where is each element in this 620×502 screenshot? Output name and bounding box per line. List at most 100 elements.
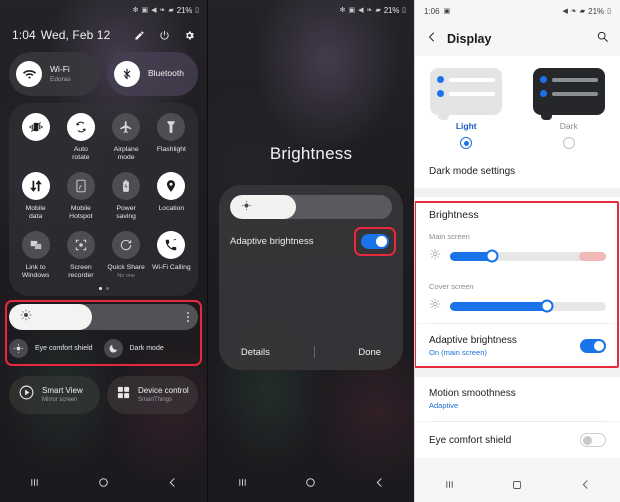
bluetooth-icon xyxy=(114,61,140,87)
quick-panel-header: 1:04 Wed, Feb 12 xyxy=(0,20,207,52)
details-button[interactable]: Details xyxy=(241,347,270,358)
brightness-slider[interactable] xyxy=(9,303,198,330)
status-bar: 1:06 ▣ ◀ ❧ ▰ 21% ▯ xyxy=(415,0,620,22)
dark-mode-button[interactable]: Dark mode xyxy=(103,338,199,358)
light-theme-label: Light xyxy=(455,121,477,131)
tile-auto-rotate[interactable]: Auto rotate xyxy=(58,113,103,163)
dark-theme-label: Dark xyxy=(559,121,578,131)
device-control-tile[interactable]: Device control SmartThings xyxy=(107,375,198,414)
adaptive-brightness-toggle[interactable] xyxy=(580,339,606,353)
brightness-slider-fill xyxy=(230,195,297,219)
back-icon[interactable] xyxy=(373,476,386,494)
page-dot[interactable] xyxy=(105,286,109,290)
slider-fill xyxy=(450,301,547,311)
tile-airplane-mode[interactable]: Airplane mode xyxy=(104,113,149,163)
brightness-slider[interactable] xyxy=(230,195,392,219)
cover-screen-brightness-slider[interactable] xyxy=(450,299,606,313)
main-screen-brightness-slider[interactable] xyxy=(450,249,606,263)
app-bar: Display xyxy=(415,22,620,56)
screenshot-root: ✻ ▣ ◀ ❧ ▰ 21% ▯ 1:04 Wed, Feb 12 Wi-Fi E… xyxy=(0,0,620,502)
eye-comfort-shield-row[interactable]: Eye comfort shield xyxy=(415,422,620,458)
mobile-data-icon xyxy=(21,171,50,200)
home-icon[interactable] xyxy=(97,476,110,494)
eye-comfort-icon xyxy=(9,338,28,358)
tile-flashlight[interactable]: Flashlight xyxy=(149,113,194,163)
recents-icon[interactable] xyxy=(28,476,41,494)
wifi-tile-title: Wi-Fi xyxy=(50,65,70,75)
brightness-low-icon xyxy=(429,297,441,315)
slider-knob[interactable] xyxy=(485,249,499,263)
battery-icon: ▯ xyxy=(402,6,406,14)
adaptive-brightness-toggle[interactable] xyxy=(361,234,389,249)
tile-label: Flashlight xyxy=(156,146,186,153)
tile-vibrate[interactable] xyxy=(13,113,58,163)
airplane-icon xyxy=(112,113,141,141)
adaptive-brightness-row[interactable]: Adaptive brightness xyxy=(230,227,396,256)
bluetooth-tile-text: Bluetooth xyxy=(148,69,184,78)
media-device-tiles: Smart View Mirror screen Device control … xyxy=(0,375,207,414)
back-arrow-icon[interactable] xyxy=(426,30,438,48)
tile-link-to-windows[interactable]: Link to Windows xyxy=(13,230,58,281)
recents-icon[interactable] xyxy=(236,476,249,494)
nfc-icon: ❧ xyxy=(159,6,166,14)
adaptive-brightness-row[interactable]: Adaptive brightness On (main screen) xyxy=(415,324,620,368)
page-dot-active[interactable] xyxy=(98,286,102,290)
home-icon[interactable] xyxy=(511,478,523,496)
tile-quick-share[interactable]: Quick Share No one xyxy=(104,230,149,281)
dark-mode-label: Dark mode xyxy=(129,344,164,352)
tile-label: Screen recorder xyxy=(68,263,94,280)
done-button[interactable]: Done xyxy=(358,347,381,358)
motion-smoothness-item[interactable]: Motion smoothness Adaptive xyxy=(415,377,620,421)
dark-mode-settings-item[interactable]: Dark mode settings xyxy=(415,155,620,188)
device-control-text: Device control SmartThings xyxy=(138,386,189,403)
tile-screen-recorder[interactable]: Screen recorder xyxy=(58,230,103,281)
more-options-icon[interactable] xyxy=(187,311,189,322)
eye-comfort-label: Eye comfort shield xyxy=(35,344,93,352)
dark-theme-radio[interactable] xyxy=(562,137,575,149)
wifi-tile-subtitle: Edoras xyxy=(50,75,71,83)
recents-icon[interactable] xyxy=(443,478,456,496)
adaptive-brightness-label: Adaptive brightness xyxy=(230,236,314,247)
tile-label: Location xyxy=(158,204,185,212)
clock-date[interactable]: Wed, Feb 12 xyxy=(41,28,111,42)
theme-option-dark[interactable]: Dark xyxy=(518,68,620,149)
bluetooth-tile[interactable]: Bluetooth xyxy=(107,52,198,96)
dialog-footer: Details Done xyxy=(219,346,403,358)
tile-wifi-calling[interactable]: Wi-Fi Calling xyxy=(149,230,194,281)
smart-view-tile[interactable]: Smart View Mirror screen xyxy=(9,375,100,414)
light-theme-radio[interactable] xyxy=(460,137,473,149)
tile-mobile-data[interactable]: Mobile data xyxy=(13,171,58,222)
wifi-icon xyxy=(16,61,42,87)
clock-time[interactable]: 1:04 xyxy=(12,28,36,42)
flashlight-icon xyxy=(157,113,186,141)
eye-comfort-toggle[interactable] xyxy=(580,433,606,447)
search-icon[interactable] xyxy=(596,30,609,48)
navigation-bar xyxy=(208,468,414,502)
display-settings-panel: 1:06 ▣ ◀ ❧ ▰ 21% ▯ Display Light Dark Da… xyxy=(414,0,620,502)
section-gap xyxy=(415,188,620,197)
page-title: Display xyxy=(447,32,492,46)
power-icon[interactable] xyxy=(159,30,170,41)
cover-screen-slider-row xyxy=(415,295,620,323)
back-icon[interactable] xyxy=(579,478,592,496)
back-icon[interactable] xyxy=(166,476,179,494)
wifi-tile[interactable]: Wi-Fi Edoras xyxy=(9,52,100,96)
eye-comfort-title: Eye comfort shield xyxy=(429,434,512,446)
footer-divider xyxy=(313,346,315,358)
light-theme-preview-icon xyxy=(430,68,503,120)
eye-comfort-shield-button[interactable]: Eye comfort shield xyxy=(9,338,104,358)
theme-option-light[interactable]: Light xyxy=(415,68,518,149)
settings-gear-icon[interactable] xyxy=(184,30,195,41)
auto-rotate-icon xyxy=(66,113,95,141)
wifi-tile-text: Wi-Fi Edoras xyxy=(50,65,71,82)
edit-pencil-icon[interactable] xyxy=(134,30,145,41)
header-actions xyxy=(134,30,195,41)
home-icon[interactable] xyxy=(304,476,317,494)
tile-label: Link to Windows xyxy=(21,263,50,280)
main-screen-label: Main screen xyxy=(415,223,620,245)
tile-label: Power saving xyxy=(116,204,136,221)
slider-knob[interactable] xyxy=(540,299,554,313)
tile-mobile-hotspot[interactable]: Mobile Hotspot xyxy=(58,171,103,222)
tile-power-saving[interactable]: Power saving xyxy=(104,171,149,222)
tile-location[interactable]: Location xyxy=(149,171,194,222)
